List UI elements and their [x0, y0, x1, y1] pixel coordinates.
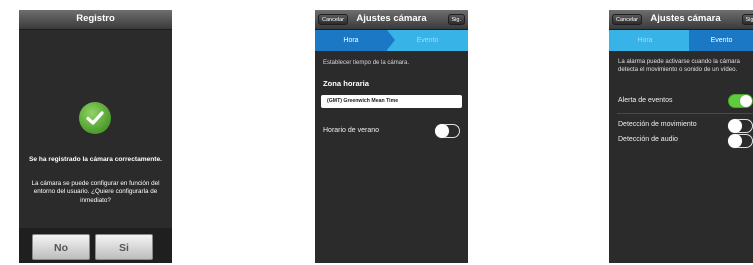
tab-event[interactable]: Evento	[387, 30, 468, 51]
configure-prompt: La cámara se puede configurar en función…	[31, 180, 160, 204]
toggle-knob	[728, 119, 742, 133]
step-tabs: Hora Evento	[315, 30, 468, 51]
success-message: Se ha registrado la cámara correctamente…	[28, 156, 163, 163]
audio-detection-label: Detección de audio	[618, 136, 678, 143]
camera-settings-event-screen: Cancelar Ajustes cámara Sig. Hora Evento…	[609, 10, 753, 263]
no-button[interactable]: No	[32, 234, 90, 260]
time-intro-text: Establecer tiempo de la cámara.	[323, 60, 410, 66]
event-alert-toggle[interactable]	[728, 94, 753, 108]
dst-toggle[interactable]	[435, 124, 460, 138]
screen-title: Registro	[76, 13, 115, 24]
timezone-value: (GMT) Greenwich Mean Time	[327, 98, 399, 104]
alarm-description: La alarma puede activarse cuando la cáma…	[618, 58, 740, 73]
motion-detection-toggle[interactable]	[728, 119, 753, 133]
next-button[interactable]: Sig.	[447, 14, 465, 25]
camera-settings-time-screen: Cancelar Ajustes cámara Sig. Hora Evento…	[315, 10, 468, 263]
button-bar: No Si	[19, 228, 172, 263]
toggle-knob	[728, 134, 742, 148]
toggle-knob	[435, 124, 449, 138]
navigation-bar: Registro	[19, 10, 172, 30]
success-check-icon	[79, 102, 111, 134]
tab-event[interactable]: Evento	[681, 30, 753, 51]
tab-hour[interactable]: Hora	[315, 30, 387, 51]
audio-detection-toggle[interactable]	[728, 134, 753, 148]
navigation-bar: Cancelar Ajustes cámara Sig.	[609, 10, 753, 30]
toggle-knob	[740, 95, 752, 107]
screen-title: Ajustes cámara	[356, 13, 427, 24]
tab-hour[interactable]: Hora	[609, 30, 681, 51]
section-divider	[617, 113, 753, 114]
registration-screen: Registro Se ha registrado la cámara corr…	[19, 10, 172, 263]
screen-title: Ajustes cámara	[650, 13, 721, 24]
yes-button[interactable]: Si	[95, 234, 153, 260]
timezone-select[interactable]: (GMT) Greenwich Mean Time	[321, 95, 462, 108]
motion-detection-label: Detección de movimiento	[618, 121, 697, 128]
navigation-bar: Cancelar Ajustes cámara Sig.	[315, 10, 468, 30]
step-tabs: Hora Evento	[609, 30, 753, 51]
event-alert-label: Alerta de eventos	[618, 97, 673, 104]
next-button[interactable]: Sig.	[741, 14, 753, 25]
timezone-heading: Zona horaria	[323, 79, 369, 88]
dst-label: Horario de verano	[323, 127, 380, 134]
